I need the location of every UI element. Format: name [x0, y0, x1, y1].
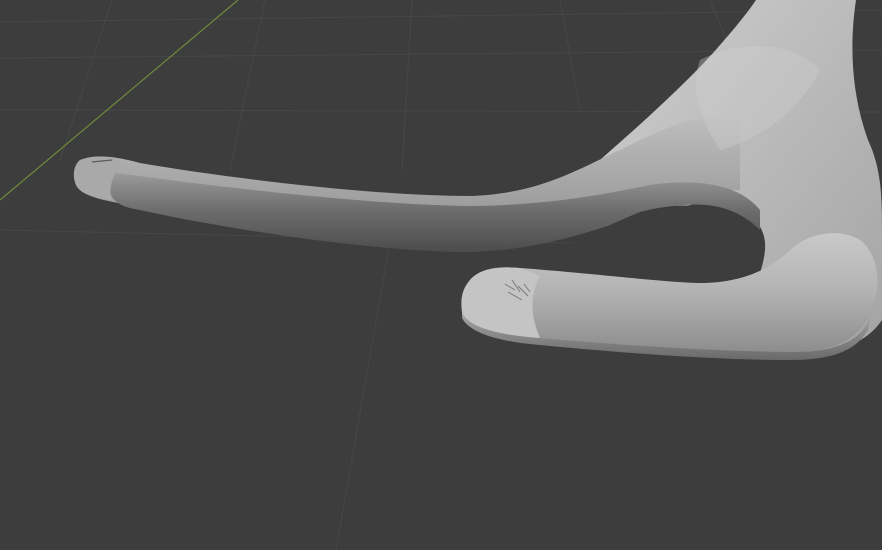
viewport-canvas[interactable]: [0, 0, 882, 550]
3d-viewport[interactable]: [0, 0, 882, 550]
